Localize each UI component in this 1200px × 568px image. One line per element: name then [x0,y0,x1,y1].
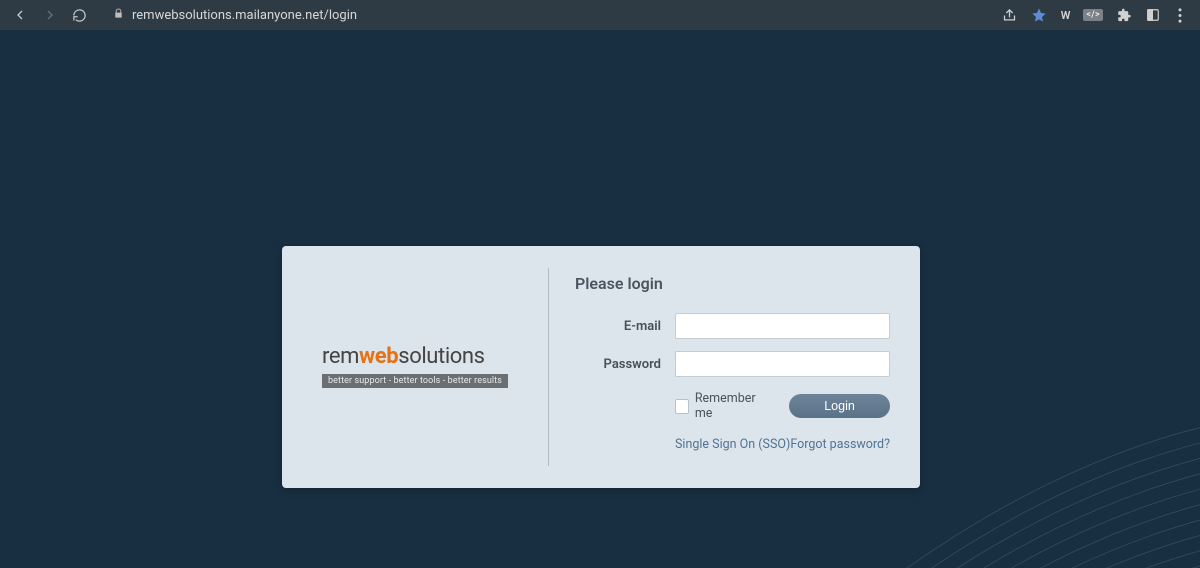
extension-wv-icon[interactable]: W [1061,9,1070,22]
email-row: E-mail [575,313,890,339]
login-card: remwebsolutions better support - better … [282,246,920,488]
sso-link[interactable]: Single Sign On (SSO) [675,437,790,452]
nav-icon-group [8,7,93,23]
brand-logo: remwebsolutions better support - better … [322,346,508,388]
remember-me[interactable]: Remember me [675,391,769,421]
email-input[interactable] [675,313,890,339]
logo-wordmark: remwebsolutions [322,346,508,368]
action-row: Remember me Login [575,391,890,421]
logo-part-solutions: solutions [398,344,484,369]
extensions-group: W </> [1002,7,1192,23]
form-title: Please login [575,274,890,293]
logo-part-web: web [359,344,398,369]
profile-icon[interactable] [1146,8,1160,22]
forward-icon[interactable] [42,7,58,23]
login-form: Please login E-mail Password Remember me… [548,268,920,466]
kebab-menu-icon[interactable] [1174,8,1186,23]
share-icon[interactable] [1002,8,1017,23]
url-text: remwebsolutions.mailanyone.net/login [132,8,357,23]
browser-toolbar: remwebsolutions.mailanyone.net/login W <… [0,0,1200,30]
reload-icon[interactable] [72,8,87,23]
password-label: Password [575,357,675,372]
logo-tagline: better support - better tools - better r… [322,374,508,388]
remember-label: Remember me [695,391,769,421]
email-label: E-mail [575,319,675,334]
password-row: Password [575,351,890,377]
logo-part-rem: rem [322,344,359,369]
login-button[interactable]: Login [789,394,890,418]
back-icon[interactable] [12,7,28,23]
page-body: remwebsolutions better support - better … [0,30,1200,568]
forgot-password-link[interactable]: Forgot password? [790,437,890,452]
logo-pane: remwebsolutions better support - better … [282,246,548,488]
bookmark-star-icon[interactable] [1031,7,1047,23]
remember-checkbox[interactable] [675,399,689,414]
address-bar[interactable]: remwebsolutions.mailanyone.net/login [99,8,996,23]
links-row: Single Sign On (SSO) Forgot password? [675,437,890,452]
lock-icon [113,8,124,23]
password-input[interactable] [675,351,890,377]
extensions-puzzle-icon[interactable] [1117,8,1132,23]
extension-code-icon[interactable]: </> [1083,9,1103,21]
